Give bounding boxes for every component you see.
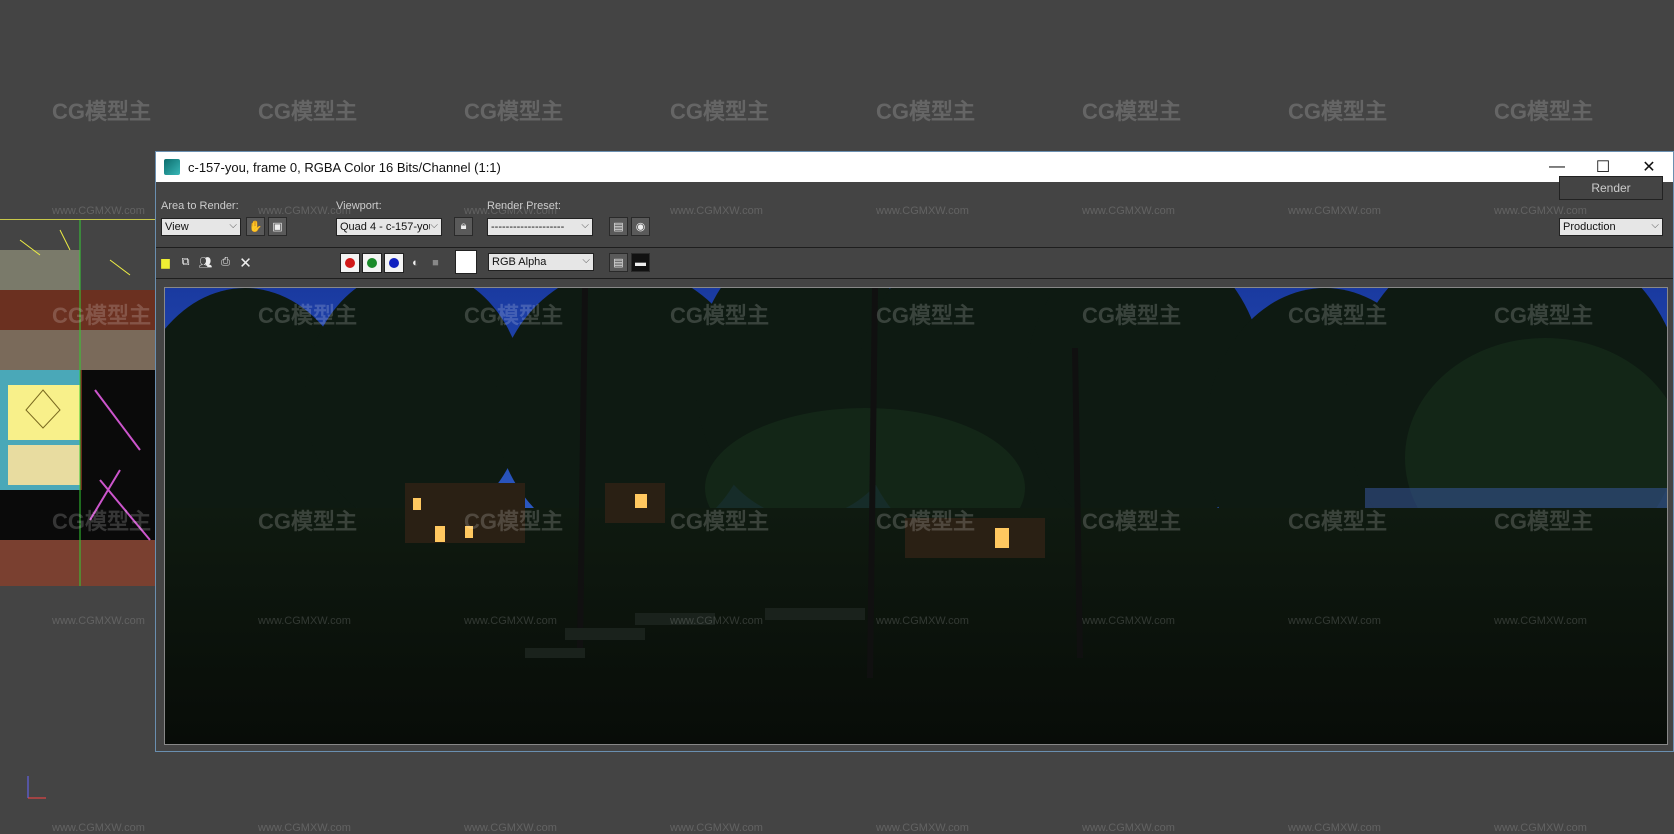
render-setup-icon[interactable]: ▤ (609, 217, 628, 236)
watermark-logo: CG模型主 (1082, 99, 1182, 124)
watermark-logo: CG模型主 (670, 99, 770, 124)
chevron-down-icon: ⌵ (1651, 220, 1659, 231)
chevron-down-icon: ⌵ (582, 255, 590, 266)
auto-region-icon[interactable]: ▣ (268, 217, 287, 236)
viewport-value: Quad 4 - c-157-you (340, 221, 435, 233)
toggle-ui-icon[interactable]: ▬ (631, 253, 650, 272)
render-preset-dropdown[interactable]: -------------------- ⌵ (487, 218, 593, 236)
clone-window-icon[interactable]: 👥︎ (196, 253, 215, 272)
lock-icon[interactable]: 🔒︎ (454, 217, 473, 236)
divider (156, 278, 1673, 279)
render-mode-dropdown[interactable]: Production ⌵ (1559, 218, 1663, 236)
watermark-logo: CG模型主 (876, 99, 976, 124)
clear-icon[interactable]: ✕ (236, 253, 255, 272)
display-channel-dropdown[interactable]: RGB Alpha ⌵ (488, 253, 594, 271)
viewport-dropdown[interactable]: Quad 4 - c-157-you ⌵ (336, 218, 442, 236)
chevron-down-icon: ⌵ (430, 220, 438, 231)
area-value: View (165, 221, 189, 233)
app-icon (164, 159, 180, 175)
red-dot-icon (345, 258, 355, 268)
viewport-wireframe[interactable] (0, 219, 156, 586)
axis-gizmo (20, 770, 50, 800)
watermark-url: www.CGMXW.com (52, 615, 145, 627)
chevron-down-icon: ⌵ (581, 220, 589, 231)
green-dot-icon (367, 258, 377, 268)
save-image-icon[interactable]: ▆ (156, 253, 175, 272)
channel-value: RGB Alpha (492, 256, 547, 268)
area-to-render-label: Area to Render: (161, 200, 239, 212)
watermark-url: www.CGMXW.com (1288, 822, 1381, 834)
watermark-url: www.CGMXW.com (464, 822, 557, 834)
edit-region-icon[interactable]: ✋ (246, 217, 265, 236)
watermark-url: www.CGMXW.com (52, 822, 145, 834)
watermark-url: www.CGMXW.com (670, 822, 763, 834)
chevron-down-icon: ⌵ (229, 220, 237, 231)
watermark-url: www.CGMXW.com (1082, 822, 1175, 834)
watermark-url: www.CGMXW.com (876, 822, 969, 834)
area-to-render-dropdown[interactable]: View ⌵ (161, 218, 241, 236)
copy-image-icon[interactable]: ⧉ (176, 253, 195, 272)
watermark-url: www.CGMXW.com (52, 205, 145, 217)
render-preset-label: Render Preset: (487, 200, 561, 212)
render-button[interactable]: Render (1559, 176, 1663, 200)
monochrome-icon[interactable]: ■ (426, 253, 445, 272)
watermark-logo: CG模型主 (258, 99, 358, 124)
print-icon[interactable]: ⎙ (216, 253, 235, 272)
watermark-logo: CG模型主 (464, 99, 564, 124)
green-channel-toggle[interactable] (362, 253, 382, 273)
watermark-logo: CG模型主 (1288, 99, 1388, 124)
environment-effects-icon[interactable]: ◉ (631, 217, 650, 236)
watermark-logo: CG模型主 (52, 99, 152, 124)
toggle-ui-overlay-icon[interactable]: ▤ (609, 253, 628, 272)
red-channel-toggle[interactable] (340, 253, 360, 273)
rendered-frame-window: c-157-you, frame 0, RGBA Color 16 Bits/C… (155, 151, 1674, 752)
watermark-logo: CG模型主 (1494, 99, 1594, 124)
mode-value: Production (1563, 221, 1616, 233)
watermark-url: www.CGMXW.com (258, 822, 351, 834)
divider (156, 247, 1673, 248)
preset-value: -------------------- (491, 221, 565, 233)
viewport-label: Viewport: (336, 200, 382, 212)
blue-channel-toggle[interactable] (384, 253, 404, 273)
alpha-channel-icon[interactable]: ◐ (406, 253, 425, 272)
watermark-url: www.CGMXW.com (1494, 822, 1587, 834)
render-image (164, 287, 1668, 745)
blue-dot-icon (389, 258, 399, 268)
title-bar[interactable]: c-157-you, frame 0, RGBA Color 16 Bits/C… (156, 152, 1673, 182)
window-title: c-157-you, frame 0, RGBA Color 16 Bits/C… (188, 159, 501, 175)
color-swatch[interactable] (455, 250, 477, 274)
